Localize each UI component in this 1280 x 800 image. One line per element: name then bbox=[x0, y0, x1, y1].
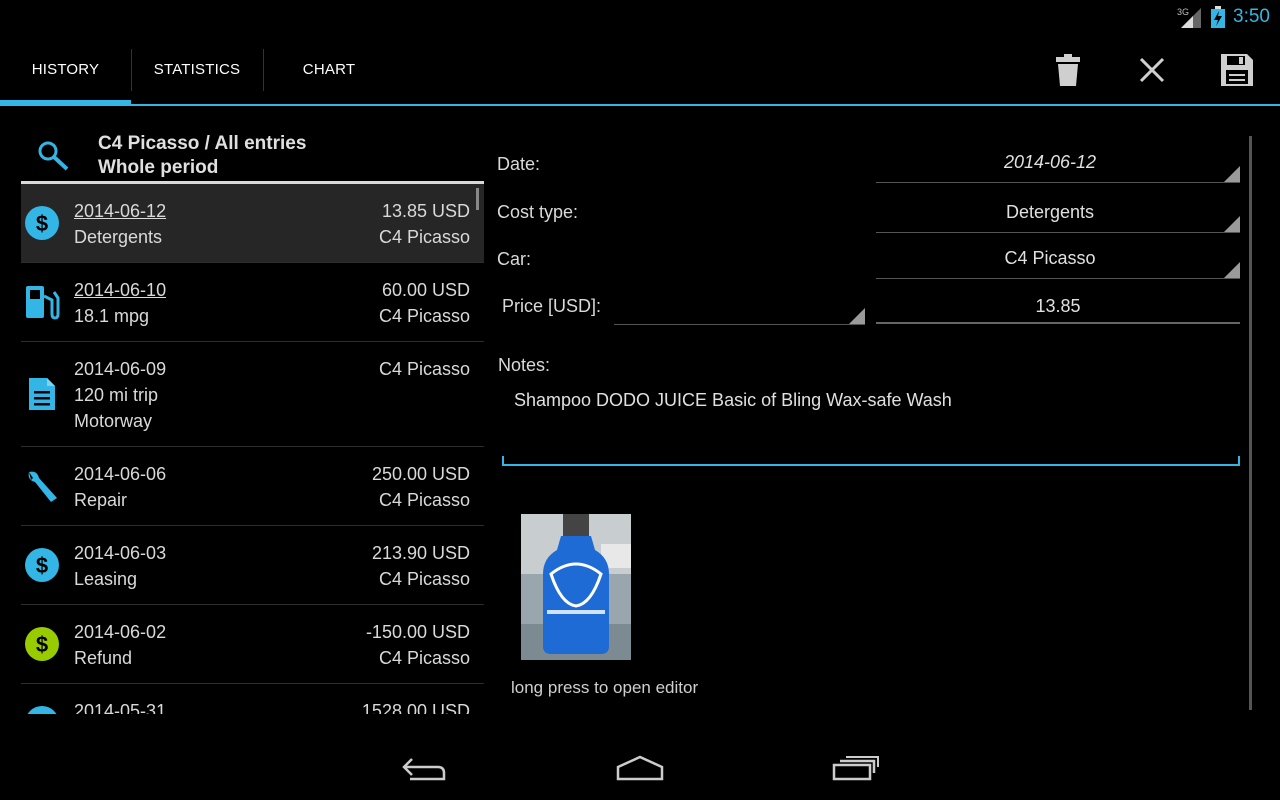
delete-button[interactable] bbox=[1046, 48, 1090, 92]
tab-chart[interactable]: CHART bbox=[264, 34, 394, 104]
entry-amount: 13.85 USD bbox=[381, 201, 470, 221]
tab-history[interactable]: HISTORY bbox=[0, 34, 131, 104]
entry-detail: 18.1 mpg bbox=[74, 306, 150, 326]
tab-selected-indicator bbox=[0, 100, 131, 106]
entry-car: C4 Picasso bbox=[378, 359, 470, 379]
list-item[interactable]: 2014-06-09 120 mi trip Motorway C4 Picas… bbox=[21, 342, 484, 447]
list-item[interactable]: $ 2014-06-12 Detergents 13.85 USD C4 Pic… bbox=[21, 184, 484, 263]
svg-text:$: $ bbox=[36, 632, 48, 657]
cancel-button[interactable] bbox=[1130, 48, 1174, 92]
car-label: Car: bbox=[497, 249, 532, 269]
notes-input[interactable]: Shampoo DODO JUICE Basic of Bling Wax-sa… bbox=[502, 386, 1240, 466]
svg-text:$: $ bbox=[36, 553, 48, 578]
recent-apps-button[interactable] bbox=[826, 748, 886, 788]
battery-charging-icon bbox=[1211, 6, 1226, 28]
signal-icon: 3G bbox=[1177, 7, 1202, 28]
back-button[interactable] bbox=[394, 748, 454, 788]
date-label: Date: bbox=[497, 154, 541, 174]
network-type: 3G bbox=[1177, 7, 1189, 17]
entry-car: C4 Picasso bbox=[378, 490, 470, 510]
photo-hint: long press to open editor bbox=[511, 678, 699, 697]
spinner-arrow bbox=[849, 308, 865, 324]
list-item[interactable]: 2014-06-10 18.1 mpg 60.00 USD C4 Picasso bbox=[21, 263, 484, 342]
spinner-arrow bbox=[1224, 216, 1240, 232]
price-label: Price [USD]: bbox=[502, 296, 602, 316]
status-bar: 3G 3:50 bbox=[0, 0, 1280, 34]
home-button[interactable] bbox=[610, 748, 670, 788]
car-value: C4 Picasso bbox=[1004, 248, 1096, 268]
spinner-arrow bbox=[1224, 262, 1240, 278]
entry-detail-2: Motorway bbox=[74, 411, 153, 431]
entry-amount: -150.00 USD bbox=[365, 622, 470, 642]
dollar-icon bbox=[23, 704, 61, 714]
save-button[interactable] bbox=[1215, 48, 1259, 92]
list-item[interactable]: $ 2014-06-03 Leasing 213.90 USD C4 Picas… bbox=[21, 526, 484, 605]
entry-detail: Repair bbox=[74, 490, 128, 510]
navigation-bar bbox=[0, 730, 1280, 800]
trash-icon bbox=[1056, 54, 1080, 86]
entry-amount: 1528.00 USD bbox=[361, 701, 470, 714]
entry-amount: 250.00 USD bbox=[371, 464, 470, 484]
entry-date: 2014-05-31 bbox=[74, 701, 167, 714]
status-icons: 3G 3:50 bbox=[1177, 6, 1270, 28]
tab-statistics[interactable]: STATISTICS bbox=[132, 34, 262, 104]
entry-detail-form: Date: 2014-06-12 Cost type: Detergents C… bbox=[497, 136, 1257, 716]
entry-date: 2014-06-03 bbox=[74, 543, 167, 563]
list-item[interactable]: 2014-05-31 1528.00 USD bbox=[21, 684, 484, 714]
history-list[interactable]: $ 2014-06-12 Detergents 13.85 USD C4 Pic… bbox=[21, 184, 484, 714]
fuel-icon bbox=[23, 283, 61, 321]
notes-label: Notes: bbox=[498, 355, 551, 375]
recent-apps-icon bbox=[832, 756, 879, 781]
cost-type-value: Detergents bbox=[1005, 202, 1095, 222]
dollar-icon: $ bbox=[23, 546, 61, 584]
receipt-photo[interactable] bbox=[521, 514, 631, 660]
list-item[interactable]: 2014-06-06 Repair 250.00 USD C4 Picasso bbox=[21, 447, 484, 526]
filter-period: Whole period bbox=[98, 157, 219, 178]
close-icon bbox=[1139, 57, 1165, 83]
price-unit-spinner[interactable]: Price [USD]: bbox=[502, 286, 865, 326]
price-input[interactable]: 13.85 bbox=[876, 286, 1240, 326]
entry-car: C4 Picasso bbox=[378, 306, 470, 326]
save-icon bbox=[1221, 54, 1253, 86]
document-icon bbox=[23, 375, 61, 413]
list-item[interactable]: $ 2014-06-02 Refund -150.00 USD C4 Picas… bbox=[21, 605, 484, 684]
price-value: 13.85 bbox=[1035, 296, 1081, 316]
back-icon bbox=[402, 758, 446, 781]
entry-date: 2014-06-10 bbox=[74, 280, 167, 300]
dollar-icon: $ bbox=[23, 204, 61, 242]
entry-date: 2014-06-09 bbox=[74, 359, 167, 379]
list-filter-header[interactable]: C4 Picasso / All entries Whole period bbox=[21, 128, 484, 184]
entry-detail: 120 mi trip bbox=[74, 385, 159, 405]
clock: 3:50 bbox=[1233, 6, 1270, 27]
dollar-green-icon: $ bbox=[23, 625, 61, 663]
action-bar: HISTORY STATISTICS CHART bbox=[0, 34, 1280, 106]
entry-amount: 213.90 USD bbox=[371, 543, 470, 563]
search-icon bbox=[38, 141, 69, 171]
filter-title: C4 Picasso / All entries bbox=[98, 133, 307, 154]
entry-detail: Refund bbox=[74, 648, 133, 668]
form-scrollbar[interactable] bbox=[1249, 136, 1252, 710]
list-scrollbar[interactable] bbox=[476, 188, 479, 210]
entry-date: 2014-06-02 bbox=[74, 622, 167, 642]
tab-underline bbox=[0, 104, 1280, 106]
entry-car: C4 Picasso bbox=[378, 569, 470, 589]
date-value: 2014-06-12 bbox=[1003, 152, 1097, 172]
car-spinner[interactable]: C4 Picasso bbox=[876, 238, 1240, 279]
photo-thumbnail bbox=[521, 514, 631, 660]
date-spinner[interactable]: 2014-06-12 bbox=[876, 142, 1240, 183]
spinner-arrow bbox=[1224, 166, 1240, 182]
entry-detail: Detergents bbox=[74, 227, 163, 247]
cost-type-label: Cost type: bbox=[497, 202, 579, 222]
entry-car: C4 Picasso bbox=[378, 227, 470, 247]
wrench-icon bbox=[23, 467, 61, 505]
entry-car: C4 Picasso bbox=[378, 648, 470, 668]
notes-value: Shampoo DODO JUICE Basic of Bling Wax-sa… bbox=[514, 390, 952, 410]
entry-amount: 60.00 USD bbox=[381, 280, 470, 300]
cost-type-spinner[interactable]: Detergents bbox=[876, 192, 1240, 233]
home-icon bbox=[616, 755, 664, 781]
entry-date: 2014-06-12 bbox=[74, 201, 167, 221]
svg-text:$: $ bbox=[36, 211, 48, 236]
entry-detail: Leasing bbox=[74, 569, 138, 589]
entry-date: 2014-06-06 bbox=[74, 464, 167, 484]
